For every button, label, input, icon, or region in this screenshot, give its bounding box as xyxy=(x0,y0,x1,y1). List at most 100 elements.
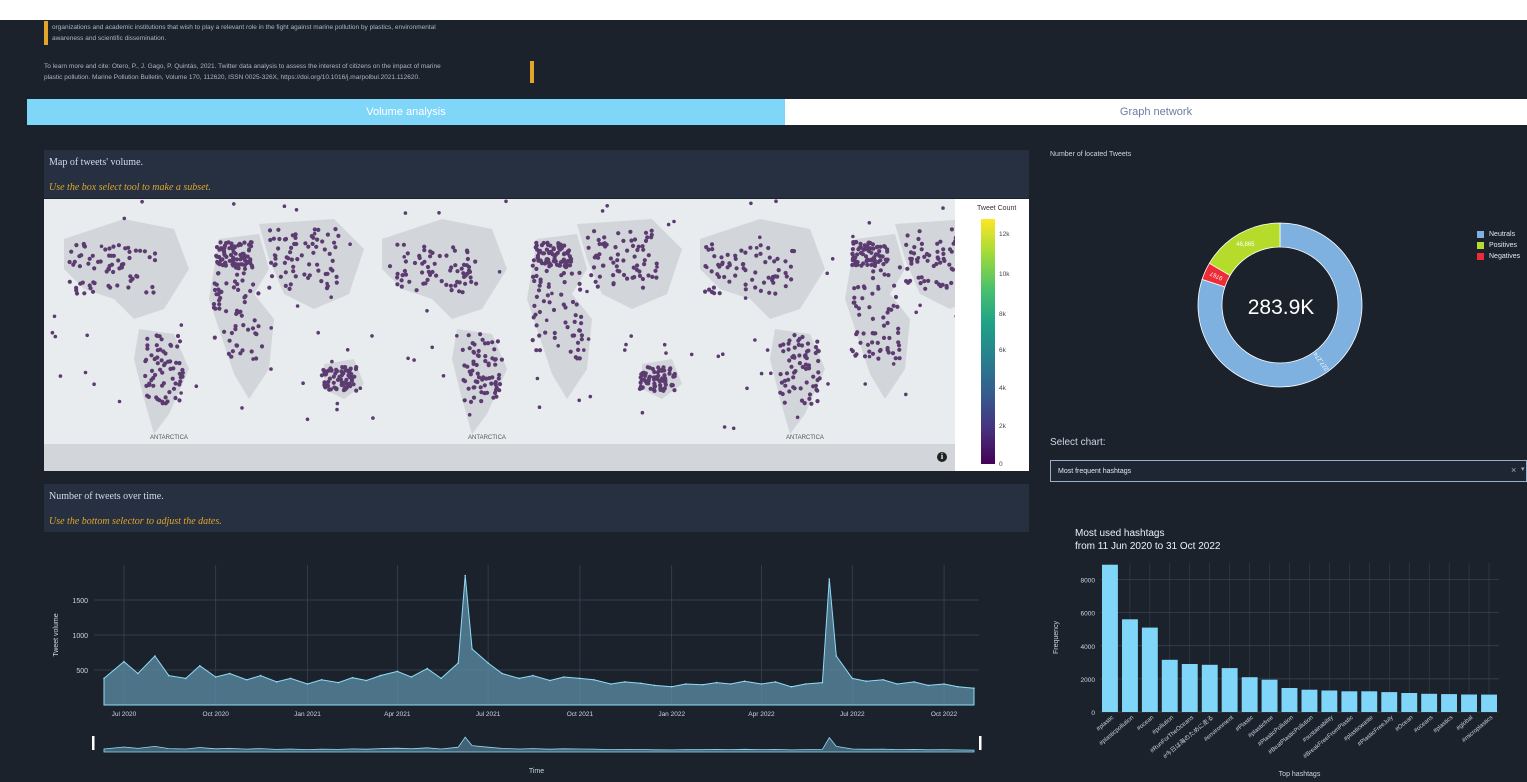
tweet-hexbin xyxy=(157,398,162,403)
tweet-hexbin xyxy=(896,326,901,331)
tweet-hexbin xyxy=(653,375,658,380)
bar[interactable] xyxy=(1221,668,1238,712)
legend-item[interactable]: Negatives xyxy=(1477,251,1520,262)
tweet-hexbin xyxy=(759,371,764,376)
tweet-hexbin xyxy=(918,303,922,308)
tweet-hexbin xyxy=(425,264,431,270)
tweet-hexbin xyxy=(497,382,503,387)
chevron-down-icon[interactable]: ▾ xyxy=(1521,465,1525,473)
bar[interactable] xyxy=(1381,692,1398,712)
tweet-hexbin xyxy=(474,281,479,286)
range-slider-handle-right[interactable] xyxy=(979,736,982,750)
tweet-hexbin xyxy=(222,329,227,334)
tweet-hexbin xyxy=(632,254,637,259)
tweet-hexbin xyxy=(537,283,542,288)
bar[interactable] xyxy=(1161,659,1178,712)
tweets-over-time-chart[interactable]: 500 1000 1500 Jul 2020 Oct 2020 Jan 2021 Apr 2… xyxy=(44,555,1029,782)
bar[interactable] xyxy=(1441,694,1457,712)
tweet-hexbin xyxy=(531,258,536,263)
tweet-hexbin xyxy=(589,273,594,278)
tweet-hexbin xyxy=(556,241,561,246)
tweet-hexbin xyxy=(471,349,476,354)
tweet-hexbin xyxy=(857,312,862,317)
tweet-hexbin xyxy=(667,371,672,376)
tab-volume-analysis[interactable]: Volume analysis xyxy=(27,99,785,125)
tweet-hexbin xyxy=(310,241,315,246)
tweet-hexbin xyxy=(743,282,748,287)
bar[interactable] xyxy=(1301,689,1318,712)
bar[interactable] xyxy=(1261,679,1278,712)
bar[interactable] xyxy=(1321,690,1338,713)
chart-select-dropdown[interactable]: Most frequent hashtags × ▾ xyxy=(1050,460,1527,482)
info-icon[interactable]: i xyxy=(937,452,947,462)
map-canvas[interactable]: ANTARCTICA ANTARCTICA ANTARCTICA xyxy=(44,199,1029,471)
tweet-hexbin xyxy=(552,256,557,261)
tweet-hexbin xyxy=(870,291,875,296)
tweet-hexbin xyxy=(322,247,327,252)
tweet-hexbin xyxy=(791,385,796,390)
bar[interactable] xyxy=(1102,564,1118,712)
bar[interactable] xyxy=(1181,664,1198,712)
tweet-hexbin xyxy=(635,263,640,268)
data-point xyxy=(199,665,201,667)
tweet-hexbin xyxy=(147,255,152,260)
tweet-hexbin xyxy=(775,274,780,279)
tweet-hexbin xyxy=(227,338,232,343)
bar[interactable] xyxy=(1361,691,1378,712)
bar[interactable] xyxy=(1122,619,1138,712)
donut-segment-positives[interactable] xyxy=(1208,222,1281,277)
tweet-hexbin xyxy=(99,244,104,249)
tweet-hexbin xyxy=(175,344,180,349)
tweet-volume-map[interactable]: ANTARCTICA ANTARCTICA ANTARCTICA i xyxy=(44,199,1029,471)
y-tick-label: 0 xyxy=(1091,710,1095,717)
tweet-hexbin xyxy=(161,381,166,386)
tweet-hexbin xyxy=(778,372,783,377)
tweet-hexbin xyxy=(224,309,229,314)
tweet-hexbin xyxy=(880,254,885,259)
close-icon[interactable]: × xyxy=(1511,465,1516,475)
tweet-hexbin xyxy=(96,259,101,264)
tweet-hexbin xyxy=(806,363,811,368)
tweet-hexbin xyxy=(240,406,244,410)
tweet-hexbin xyxy=(815,339,820,344)
tweet-hexbin xyxy=(250,265,255,270)
bar[interactable] xyxy=(1241,677,1258,712)
tweet-hexbin xyxy=(591,265,597,270)
bar[interactable] xyxy=(1281,688,1298,712)
tweet-hexbin xyxy=(534,240,539,245)
tweet-hexbin xyxy=(241,271,246,276)
tweet-hexbin xyxy=(767,290,772,295)
legend-item[interactable]: Positives xyxy=(1477,240,1520,251)
bar[interactable] xyxy=(1421,693,1438,712)
bar[interactable] xyxy=(1341,691,1358,712)
legend-item[interactable]: Neutrals xyxy=(1477,229,1520,240)
tweet-hexbin xyxy=(448,268,453,273)
tweet-hexbin xyxy=(236,287,241,292)
bar[interactable] xyxy=(1201,664,1218,712)
tab-graph-network[interactable]: Graph network xyxy=(785,99,1527,125)
tweet-hexbin xyxy=(325,271,330,276)
tweet-hexbin xyxy=(387,264,393,269)
tweet-hexbin xyxy=(671,373,676,378)
tweet-hexbin xyxy=(630,243,636,248)
bar[interactable] xyxy=(1461,694,1477,713)
bar[interactable] xyxy=(1481,694,1497,712)
tweet-hexbin xyxy=(149,353,154,358)
tweet-hexbin xyxy=(864,258,869,264)
hashtag-bar-chart[interactable]: 02000400060008000#plastic#plasticpolluti… xyxy=(1044,558,1527,782)
tweet-hexbin xyxy=(783,284,788,289)
bar[interactable] xyxy=(1401,693,1418,712)
tweet-hexbin xyxy=(278,274,283,279)
tweet-hexbin xyxy=(475,371,480,376)
tweet-hexbin xyxy=(774,199,778,203)
tweet-hexbin xyxy=(541,299,546,304)
tweet-hexbin xyxy=(422,259,427,264)
tweet-hexbin xyxy=(237,241,242,246)
range-slider-handle-left[interactable] xyxy=(92,736,95,750)
citation-line1: To learn more and cite: Otero, P., J. Ga… xyxy=(44,63,441,70)
bar[interactable] xyxy=(1141,627,1158,712)
tweet-hexbin xyxy=(852,295,857,300)
tweet-hexbin xyxy=(417,253,422,258)
tweet-hexbin xyxy=(881,335,887,340)
tweet-volume-area xyxy=(103,575,975,706)
